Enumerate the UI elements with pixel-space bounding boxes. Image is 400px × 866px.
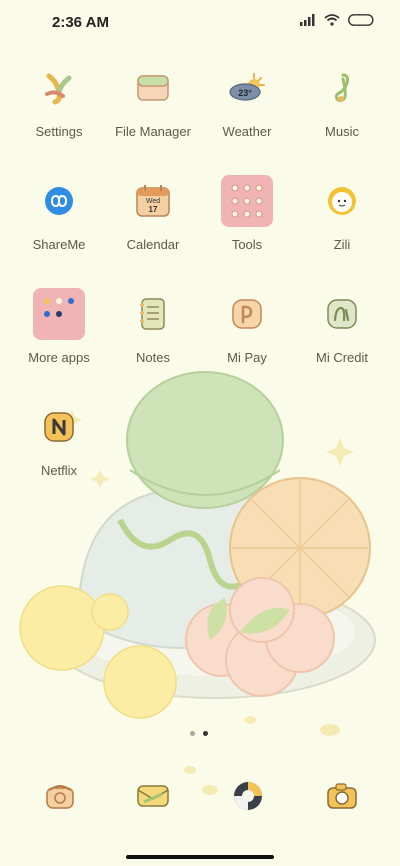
app-settings[interactable]: Settings: [9, 62, 109, 139]
app-netflix[interactable]: Netflix: [9, 401, 109, 478]
app-mi-pay[interactable]: Mi Pay: [197, 288, 297, 365]
app-label: More apps: [28, 350, 90, 365]
app-file-manager[interactable]: File Manager: [103, 62, 203, 139]
camera-icon[interactable]: [322, 776, 362, 816]
app-label: Zili: [333, 237, 351, 252]
svg-text:17: 17: [149, 205, 158, 214]
app-label: Netflix: [40, 463, 78, 478]
app-label: ShareMe: [32, 237, 86, 252]
phone-icon[interactable]: [40, 776, 80, 816]
weather-icon: 23°: [221, 62, 273, 114]
app-label: Music: [325, 124, 359, 139]
page-dot-active[interactable]: [203, 731, 208, 736]
app-label: Mi Pay: [227, 350, 267, 365]
app-zili[interactable]: Zili: [292, 175, 392, 252]
shareme-icon: [33, 175, 85, 227]
app-mi-credit[interactable]: Mi Credit: [292, 288, 392, 365]
page-indicator: [190, 731, 208, 736]
folder-more-apps[interactable]: More apps: [9, 288, 109, 365]
zili-icon: [316, 175, 368, 227]
browser-icon[interactable]: [228, 776, 268, 816]
status-icons: [300, 14, 374, 26]
app-calendar[interactable]: Wed 17 Calendar: [103, 175, 203, 252]
battery-icon: [348, 14, 374, 26]
svg-text:Wed: Wed: [146, 198, 160, 205]
folder-tools[interactable]: Tools: [197, 175, 297, 252]
app-label: Settings: [35, 124, 83, 139]
home-indicator[interactable]: [126, 855, 274, 859]
calendar-icon: Wed 17: [127, 175, 179, 227]
app-notes[interactable]: Notes: [103, 288, 203, 365]
svg-text:23°: 23°: [238, 88, 252, 98]
settings-icon: [33, 62, 85, 114]
app-label: Tools: [231, 237, 263, 252]
app-shareme[interactable]: ShareMe: [9, 175, 109, 252]
app-weather[interactable]: 23° Weather: [197, 62, 297, 139]
folder-icon: [33, 288, 85, 340]
app-label: Calendar: [126, 237, 180, 252]
messages-icon[interactable]: [133, 776, 173, 816]
clock: 2:36 AM: [52, 14, 109, 31]
signal-icon: [300, 14, 315, 26]
app-label: File Manager: [115, 124, 191, 139]
app-label: Mi Credit: [315, 350, 368, 365]
page-dot[interactable]: [190, 731, 195, 736]
wifi-icon: [324, 14, 340, 26]
app-label: Notes: [136, 350, 170, 365]
status-bar: 2:36 AM: [0, 0, 400, 44]
folder-icon: [221, 175, 273, 227]
netflix-icon: [33, 401, 85, 453]
mi-credit-icon: [316, 288, 368, 340]
folder-icon: [127, 62, 179, 114]
app-music[interactable]: Music: [292, 62, 392, 139]
notes-icon: [127, 288, 179, 340]
music-note-icon: [316, 62, 368, 114]
app-label: Weather: [222, 124, 272, 139]
mi-pay-icon: [221, 288, 273, 340]
